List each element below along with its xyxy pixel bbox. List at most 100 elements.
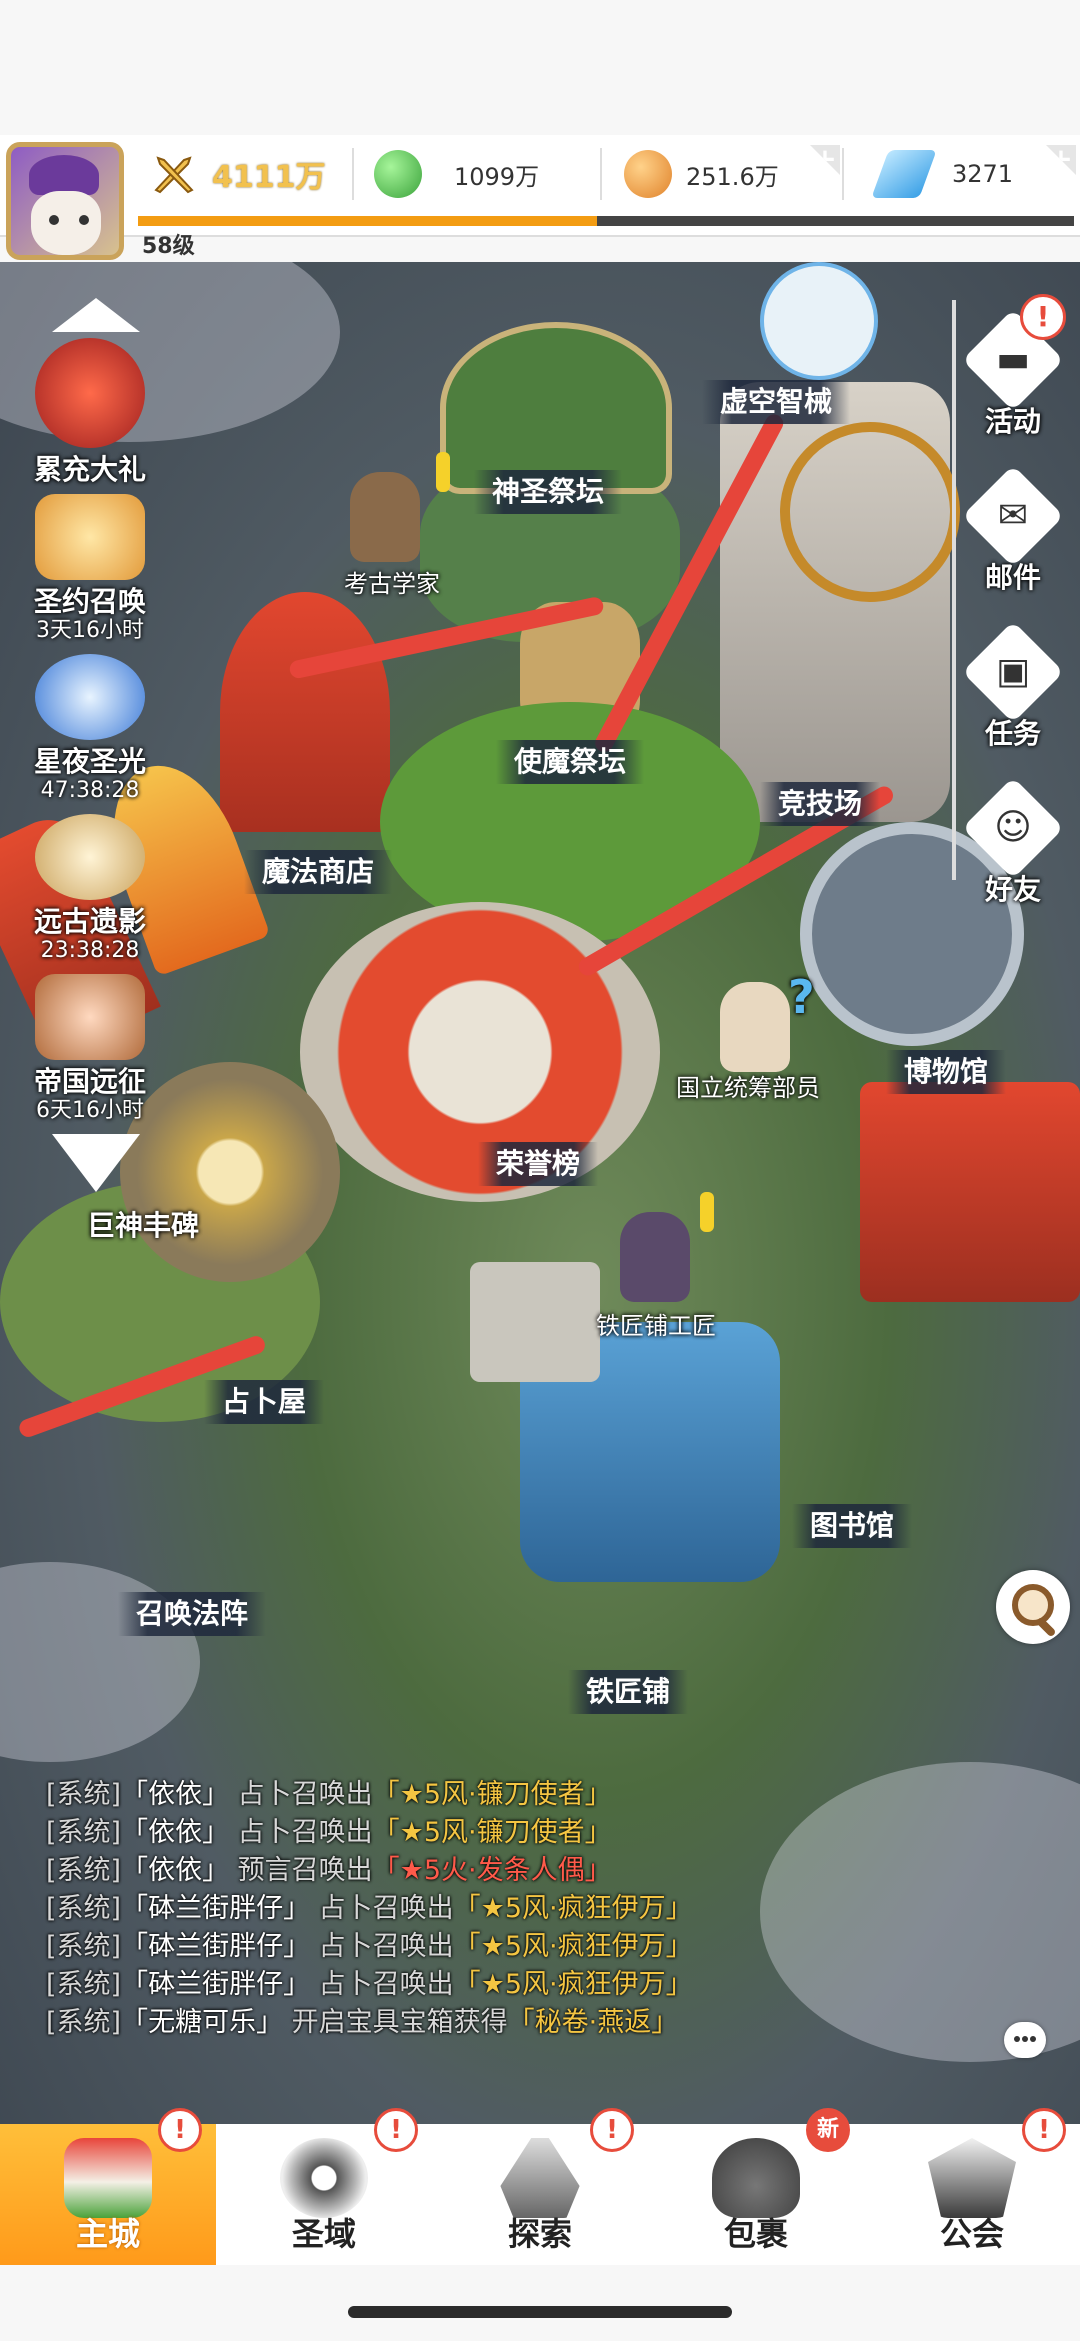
task-button[interactable]: ▣ 任务 (958, 621, 1068, 750)
nav-guild-label: 公会 (939, 2215, 1004, 2253)
chat-item: 「秘卷·燕返」 (507, 2007, 679, 2038)
holy-altar-building[interactable] (440, 322, 672, 494)
quest-exclaim-icon (700, 1192, 714, 1232)
system-chat-feed[interactable]: [系统]「依依」 占卜召唤出「★5风·镰刀使者」 [系统]「依依」 占卜召唤出「… (0, 1770, 1080, 2120)
nav-main-city-label: 主城 (75, 2215, 140, 2253)
scroll-up-arrow-icon[interactable] (52, 298, 140, 332)
event-starlight-time: 47:38:28 (40, 778, 140, 803)
label-blacksmith-worker[interactable]: 铁匠铺工匠 (596, 1306, 716, 1341)
archaeologist-npc[interactable] (350, 472, 420, 562)
chat-dots-icon (1014, 2036, 1020, 2042)
label-envoy-altar[interactable]: 使魔祭坛 (496, 740, 645, 784)
label-magic-shop[interactable]: 魔法商店 (244, 850, 393, 894)
xp-bar (138, 216, 1074, 226)
nav-bag[interactable]: 新 包裹 (648, 2108, 864, 2265)
chat-user: 「依依」 (121, 1855, 230, 1886)
castle-icon (64, 2138, 152, 2218)
label-library[interactable]: 图书馆 (792, 1504, 913, 1548)
divider (600, 148, 602, 200)
nav-holy-domain[interactable]: ! 圣域 (216, 2108, 432, 2265)
label-divination-house[interactable]: 占卜屋 (204, 1380, 325, 1424)
void-mech-robot[interactable] (760, 262, 878, 380)
label-museum[interactable]: 博物馆 (886, 1050, 1007, 1094)
chat-user: 「砵兰街胖仔」 (121, 1969, 311, 2000)
bag-icon (712, 2138, 800, 2218)
crossed-swords-icon (150, 150, 198, 198)
chat-action: 预言召唤出 (237, 1855, 373, 1886)
xp-bar-fill (138, 216, 597, 226)
chat-action: 占卜召唤出 (318, 1931, 454, 1962)
magic-shop-building[interactable] (220, 592, 390, 832)
gold-coin-icon (624, 150, 672, 198)
green-gem-value: 1099万 (454, 162, 540, 191)
nav-explore[interactable]: ! 探索 (432, 2108, 648, 2265)
label-honor-board[interactable]: 荣誉榜 (478, 1142, 599, 1186)
diamond-display: 3271 (871, 150, 1013, 198)
activity-alert-badge: ! (1020, 294, 1066, 340)
chat-item: 「★5火·发条人偶」 (372, 1855, 612, 1886)
zoom-button[interactable] (996, 1570, 1070, 1644)
status-bar (0, 0, 1080, 135)
divider (842, 148, 844, 200)
vortex-icon (280, 2138, 368, 2218)
star-icon (35, 654, 145, 740)
home-indicator[interactable] (348, 2306, 732, 2318)
nav-new-badge: 新 (806, 2108, 850, 2152)
national-officer-npc[interactable] (720, 982, 790, 1072)
event-ancient[interactable]: 远古遗影 23:38:28 (8, 814, 172, 962)
chat-line: [系统]「依依」 占卜召唤出「★5风·镰刀使者」 (46, 1814, 612, 1852)
power-value: 4111万 (212, 160, 326, 195)
divider (352, 148, 354, 200)
label-holy-altar[interactable]: 神圣祭坛 (474, 470, 623, 514)
nav-holy-domain-label: 圣域 (291, 2215, 356, 2253)
chat-tag: [系统] (46, 2007, 122, 2038)
library-building[interactable] (860, 1082, 1080, 1302)
system-nav-bar (0, 2265, 1080, 2341)
chat-action: 占卜召唤出 (318, 1893, 454, 1924)
nav-alert-badge: ! (374, 2108, 418, 2152)
event-ancient-time: 23:38:28 (40, 938, 140, 963)
event-empire-label: 帝国远征 (33, 1065, 146, 1098)
empire-gate-icon (35, 974, 145, 1060)
nav-alert-badge: ! (158, 2108, 202, 2152)
label-void-mech[interactable]: 虚空智械 (702, 380, 851, 424)
chat-tag: [系统] (46, 1855, 122, 1886)
event-empire-time: 6天16小时 (36, 1098, 144, 1123)
event-titan[interactable]: 巨神丰碑 (18, 1204, 268, 1244)
player-avatar[interactable] (6, 142, 124, 260)
chat-open-button[interactable] (1004, 2022, 1046, 2058)
event-empire[interactable]: 帝国远征 6天16小时 (8, 974, 172, 1122)
label-blacksmith[interactable]: 铁匠铺 (568, 1670, 689, 1714)
label-summon-circle[interactable]: 召唤法阵 (118, 1592, 267, 1636)
green-orb-icon (374, 150, 422, 198)
event-covenant-label: 圣约召唤 (33, 585, 146, 618)
chat-item: 「★5风·镰刀使者」 (372, 1779, 612, 1810)
chat-item: 「★5风·镰刀使者」 (372, 1817, 612, 1848)
event-recharge[interactable]: 累充大礼 (8, 338, 172, 488)
friends-button[interactable]: ☺ 好友 (958, 777, 1068, 906)
nav-main-city[interactable]: ! 主城 (0, 2108, 216, 2265)
blacksmith-worker-npc[interactable] (620, 1212, 690, 1302)
wechat-icon: ☺ (962, 777, 1064, 879)
chat-line: [系统]「依依」 预言召唤出「★5火·发条人偶」 (46, 1852, 612, 1890)
label-archaeologist[interactable]: 考古学家 (344, 564, 440, 599)
quest-exclaim-icon (436, 452, 450, 492)
label-arena[interactable]: 竞技场 (760, 782, 881, 826)
nav-alert-badge: ! (1022, 2108, 1066, 2152)
chat-item: 「★5风·疯狂伊万」 (453, 1931, 693, 1962)
nav-guild[interactable]: ! 公会 (864, 2108, 1080, 2265)
chat-tag: [系统] (46, 1817, 122, 1848)
right-panel-divider (952, 300, 956, 880)
gold-display: 251.6万 (624, 150, 779, 198)
label-national-officer[interactable]: 国立统筹部员 (676, 1068, 820, 1103)
mail-button[interactable]: ✉ 邮件 (958, 465, 1068, 594)
scroll-down-arrow-icon[interactable] (52, 1134, 140, 1192)
event-recharge-label: 累充大礼 (33, 453, 146, 486)
chat-user: 「依依」 (121, 1817, 230, 1848)
chat-user: 「砵兰街胖仔」 (121, 1931, 311, 1962)
bottom-nav: ! 主城 ! 圣域 ! 探索 新 包裹 ! 公会 (0, 2108, 1080, 2265)
magnifier-icon (1012, 1584, 1054, 1626)
event-covenant[interactable]: 圣约召唤 3天16小时 (8, 494, 172, 642)
nav-alert-badge: ! (590, 2108, 634, 2152)
event-starlight[interactable]: 星夜圣光 47:38:28 (8, 654, 172, 802)
